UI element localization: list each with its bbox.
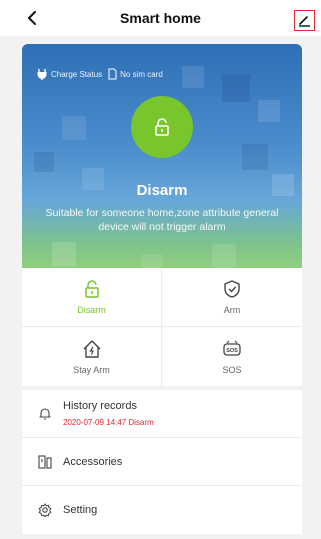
state-description: Suitable for someone home,zone attribute… xyxy=(45,207,279,233)
device-status-row: Charge Status No sim card xyxy=(36,68,169,80)
page-title: Smart home xyxy=(120,10,201,26)
sos-icon: SOS xyxy=(223,340,241,356)
unlock-icon xyxy=(155,118,169,136)
top-bar: Smart home xyxy=(0,0,321,36)
mode-label: Arm xyxy=(223,305,241,315)
last-event: 2020-07-09 14:47 Disarm xyxy=(63,418,154,427)
mode-label: SOS xyxy=(222,364,242,375)
sim-card-icon xyxy=(108,68,117,80)
arm-mode-grid: Disarm Arm Stay Arm SOS SOS xyxy=(22,268,302,386)
edit-button[interactable] xyxy=(294,10,315,31)
accessories-icon xyxy=(38,454,52,469)
state-indicator xyxy=(131,96,193,158)
setting-label: Setting xyxy=(63,504,98,516)
history-records-label: History records xyxy=(63,400,137,412)
shield-check-icon xyxy=(224,280,240,298)
setting-item[interactable]: Setting xyxy=(22,486,302,534)
sim-status-label: No sim card xyxy=(120,69,163,79)
mode-stay-arm[interactable]: Stay Arm xyxy=(22,327,162,386)
home-bolt-icon xyxy=(83,339,100,358)
accessories-item[interactable]: Accessories xyxy=(22,438,302,486)
mode-sos[interactable]: SOS SOS xyxy=(162,327,302,386)
mode-arm[interactable]: Arm xyxy=(162,268,302,327)
menu-list: History records 2020-07-09 14:47 Disarm … xyxy=(22,390,302,534)
mode-disarm[interactable]: Disarm xyxy=(22,268,162,327)
bell-icon xyxy=(39,407,51,420)
plug-icon xyxy=(37,69,47,80)
history-records-item[interactable]: History records 2020-07-09 14:47 Disarm xyxy=(22,390,302,438)
mode-label: Disarm xyxy=(77,305,106,315)
svg-text:SOS: SOS xyxy=(226,348,238,354)
state-title: Disarm xyxy=(136,182,188,199)
status-panel: Charge Status No sim card Disarm Suitabl… xyxy=(22,44,302,268)
unlock-icon xyxy=(84,280,99,298)
mode-label: Stay Arm xyxy=(73,364,110,375)
accessories-label: Accessories xyxy=(63,455,123,468)
gear-icon xyxy=(38,503,52,517)
pencil-icon xyxy=(299,16,310,27)
charge-status-label: Charge Status xyxy=(51,69,103,79)
